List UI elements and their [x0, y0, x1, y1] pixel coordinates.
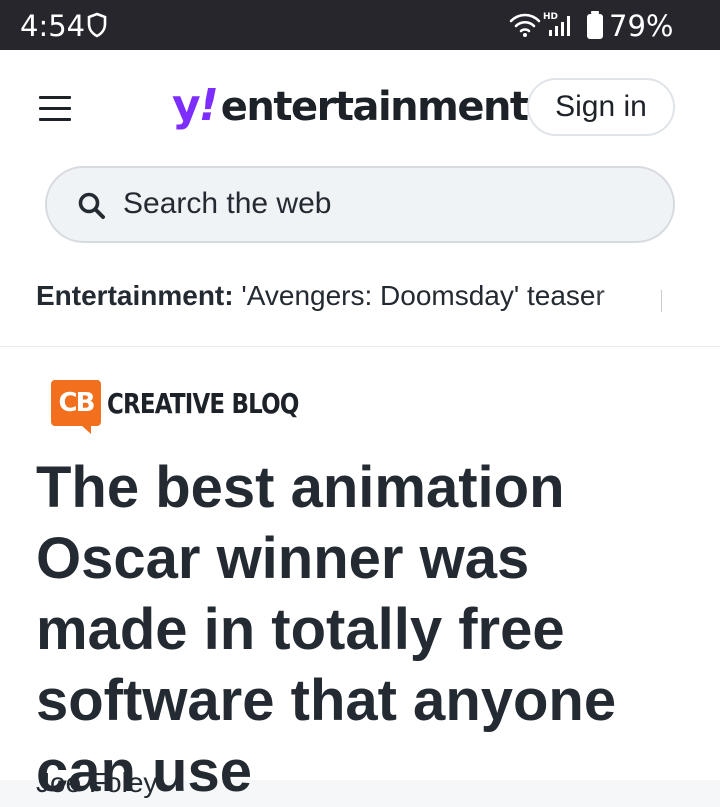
search-placeholder: Search the web [123, 187, 332, 220]
publisher-name: CREATIVE BLOQ [107, 386, 299, 420]
network-badge: HD [543, 12, 558, 22]
ticker-text[interactable]: 'Avengers: Doomsday' teaser [241, 280, 604, 311]
publisher-logo[interactable]: CB CREATIVE BLOQ [51, 375, 341, 434]
menu-button[interactable] [34, 90, 78, 126]
search-input[interactable]: Search the web [45, 166, 675, 243]
hamburger-icon-bar [39, 107, 71, 110]
yahoo-entertainment-logo[interactable]: y ! entertainment [172, 80, 529, 136]
logo-bang: ! [198, 80, 219, 131]
article: CB CREATIVE BLOQ The best animation Osca… [0, 347, 720, 804]
article-byline[interactable]: Joe Foley [36, 767, 157, 799]
ticker-fade [592, 280, 662, 320]
hamburger-icon-bar [39, 118, 71, 121]
ticker-divider [661, 290, 662, 312]
creative-bloq-badge: CB [51, 380, 101, 434]
trending-ticker[interactable]: Entertainment: 'Avengers: Doomsday' teas… [36, 280, 662, 320]
site-header: y ! entertainment Sign in Search the web… [0, 50, 720, 347]
logo-y: y [172, 80, 201, 131]
wifi-icon [509, 13, 541, 37]
search-icon [78, 192, 105, 219]
article-headline: The best animation Oscar winner was made… [36, 455, 617, 804]
battery-icon [587, 11, 603, 39]
battery-level: 79% [609, 9, 674, 43]
hamburger-icon-bar [39, 96, 71, 99]
signal-icon: HD [543, 12, 570, 36]
sign-in-button[interactable]: Sign in [527, 78, 675, 136]
logo-word: entertainment [220, 84, 529, 130]
status-bar: 4:54 HD 79% [0, 0, 720, 50]
ticker-label: Entertainment: [36, 280, 234, 311]
shield-icon [87, 12, 107, 38]
status-time: 4:54 [20, 9, 86, 43]
